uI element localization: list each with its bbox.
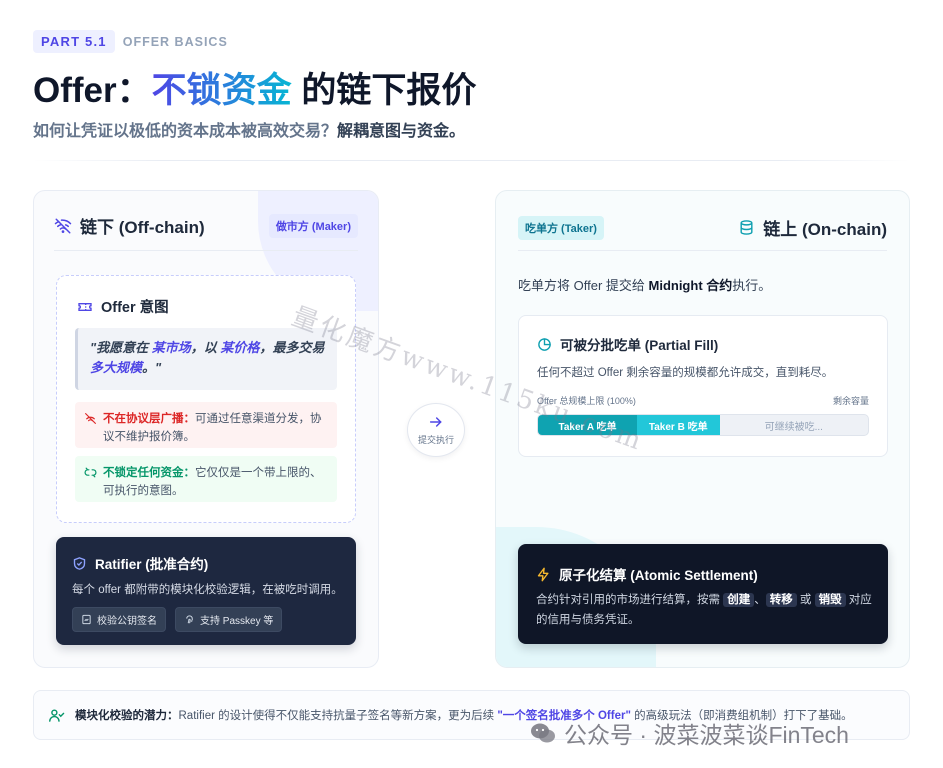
onchain-card: 吃单方 (Taker) 链上 (On-chain) 吃单方将 Offer 提交给…	[495, 190, 910, 668]
quote-part: ，最多交易	[259, 340, 325, 355]
onchain-desc-post: 执行。	[732, 278, 772, 293]
no-lock-lead: 不锁定任何资金：	[103, 467, 195, 479]
ratifier-desc: 每个 offer 都附带的模块化校验逻辑，在被吃时调用。	[72, 584, 343, 596]
onchain-card-header: 吃单方 (Taker) 链上 (On-chain)	[518, 215, 887, 240]
ticket-icon	[78, 302, 92, 311]
keyword-burn: 销毁	[814, 593, 846, 607]
onchain-desc: 吃单方将 Offer 提交给 Midnight 合约执行。	[518, 275, 771, 294]
onchain-desc-strong: Midnight 合约	[648, 278, 733, 293]
quote-part: ，以	[190, 340, 221, 355]
wechat-attribution: 公众号 · 波菜波菜谈FinTech	[530, 716, 849, 750]
atomic-desc-part: 合约针对引用的市场进行结算，按需	[536, 594, 724, 606]
capacity-scale: Offer 总规模上限 (100%) 剩余容量	[537, 394, 869, 407]
title-accent: 不锁资金	[151, 71, 292, 110]
title-post: 的链下报价	[291, 71, 477, 110]
connector-label: 提交执行	[417, 435, 454, 445]
chip-passkey-label: 支持 Passkey 等	[200, 616, 274, 627]
intent-quote: "我愿意在 某市场，以 某价格，最多交易 多大规模。"	[75, 328, 337, 390]
page-subtitle: 如何让凭证以极低的资本成本被高效交易？解耦意图与资金。	[33, 117, 465, 141]
intent-title: Offer 意图	[101, 300, 169, 316]
ratifier-title: Ratifier (批准合约)	[95, 557, 209, 572]
partial-fill-desc: 任何不超过 Offer 剩余容量的规模都允许成交，直到耗尽。	[537, 367, 834, 379]
scale-right-label: 剩余容量	[832, 396, 869, 406]
taker-a-segment: Taker A 吃单	[538, 415, 637, 435]
arrow-right-icon	[429, 417, 442, 427]
no-broadcast-lead: 不在协议层广播：	[103, 413, 195, 425]
offchain-title: 链下 (Off-chain)	[80, 218, 205, 237]
submit-connector: 提交执行	[407, 403, 465, 457]
page-title: Offer：不锁资金 的链下报价	[33, 62, 476, 113]
partial-fill-box: 可被分批吃单 (Partial Fill) 任何不超过 Offer 剩余容量的规…	[518, 315, 888, 457]
offchain-card: 链下 (Off-chain) 做市方 (Maker) Offer 意图 "我愿意…	[33, 190, 379, 668]
wifi-off-icon	[54, 218, 72, 233]
quote-part: "我愿意在	[90, 340, 152, 355]
subtitle-pre: 如何让凭证以极低的资本成本被高效交易？	[33, 123, 338, 140]
ratifier-card: Ratifier (批准合约) 每个 offer 都附带的模块化校验逻辑，在被吃…	[56, 537, 356, 645]
keyword-transfer: 转移	[765, 593, 797, 607]
footer-text-1: Ratifier 的设计使得不仅能支持抗量子签名等新方案，更为后续	[178, 710, 498, 722]
onchain-divider	[518, 250, 887, 251]
remaining-segment: 可继续被吃...	[764, 421, 823, 433]
taker-b-segment: Taker B 吃单	[637, 415, 720, 435]
atomic-desc-part: 或	[796, 594, 815, 606]
partial-fill-title: 可被分批吃单 (Partial Fill)	[560, 338, 719, 353]
taker-role-tag: 吃单方 (Taker)	[518, 215, 604, 240]
offchain-divider	[54, 250, 358, 251]
title-pre: Offer：	[33, 71, 152, 110]
maker-role-tag: 做市方 (Maker)	[268, 213, 358, 238]
quote-highlight-market: 某市场	[151, 340, 191, 355]
quote-highlight-size: 多大规模	[90, 359, 143, 375]
broadcast-off-icon	[85, 413, 96, 424]
quote-highlight-price: 某价格	[220, 340, 260, 355]
chip-pubkey-label: 校验公钥签名	[97, 616, 157, 627]
chip-passkey: 支持 Passkey 等	[175, 607, 283, 632]
part-subtitle: OFFER BASICS	[122, 34, 228, 49]
scale-left-label: Offer 总规模上限 (100%)	[537, 396, 636, 406]
no-broadcast-note: 不在协议层广播：可通过任意渠道分发，协议不维护报价簿。	[75, 402, 337, 448]
atomic-title: 原子化结算 (Atomic Settlement)	[559, 568, 758, 583]
unlink-icon	[84, 467, 97, 478]
keyword-create: 创建	[723, 593, 755, 607]
file-signature-icon	[82, 614, 91, 625]
wechat-icon	[531, 723, 555, 743]
onchain-desc-pre: 吃单方将 Offer 提交给	[518, 278, 649, 293]
chip-pubkey-sig: 校验公钥签名	[72, 607, 166, 632]
section-label: PART 5.1 OFFER BASICS	[33, 30, 228, 53]
pie-chart-icon	[538, 337, 551, 351]
fingerprint-icon	[186, 615, 193, 624]
header-divider	[33, 160, 910, 161]
atomic-desc: 合约针对引用的市场进行结算，按需 创建、转移 或 销毁 对应的信用与债务凭证。	[536, 591, 872, 630]
subtitle-strong: 解耦意图与资金。	[337, 123, 466, 140]
offer-intent-box: Offer 意图 "我愿意在 某市场，以 某价格，最多交易 多大规模。" 不在协…	[56, 275, 356, 523]
footer-lead: 模块化校验的潜力：	[75, 710, 179, 722]
onchain-title: 链上 (On-chain)	[763, 220, 887, 239]
atomic-settlement-card: 原子化结算 (Atomic Settlement) 合约针对引用的市场进行结算，…	[518, 544, 888, 644]
quote-part: 。"	[142, 359, 162, 375]
database-icon	[740, 220, 753, 235]
shield-check-icon	[73, 556, 86, 570]
offchain-card-header: 链下 (Off-chain) 做市方 (Maker)	[54, 213, 358, 238]
part-badge: PART 5.1	[33, 30, 115, 53]
lightning-icon	[537, 567, 549, 581]
capacity-bar: Taker A 吃单 Taker B 吃单 可继续被吃...	[537, 414, 869, 436]
atomic-desc-part: 、	[754, 594, 766, 606]
no-lock-note: 不锁定任何资金：它仅仅是一个带上限的、可执行的意图。	[75, 456, 337, 502]
user-check-icon	[49, 708, 65, 722]
wechat-text: 公众号 · 波菜波菜谈FinTech	[564, 722, 849, 748]
